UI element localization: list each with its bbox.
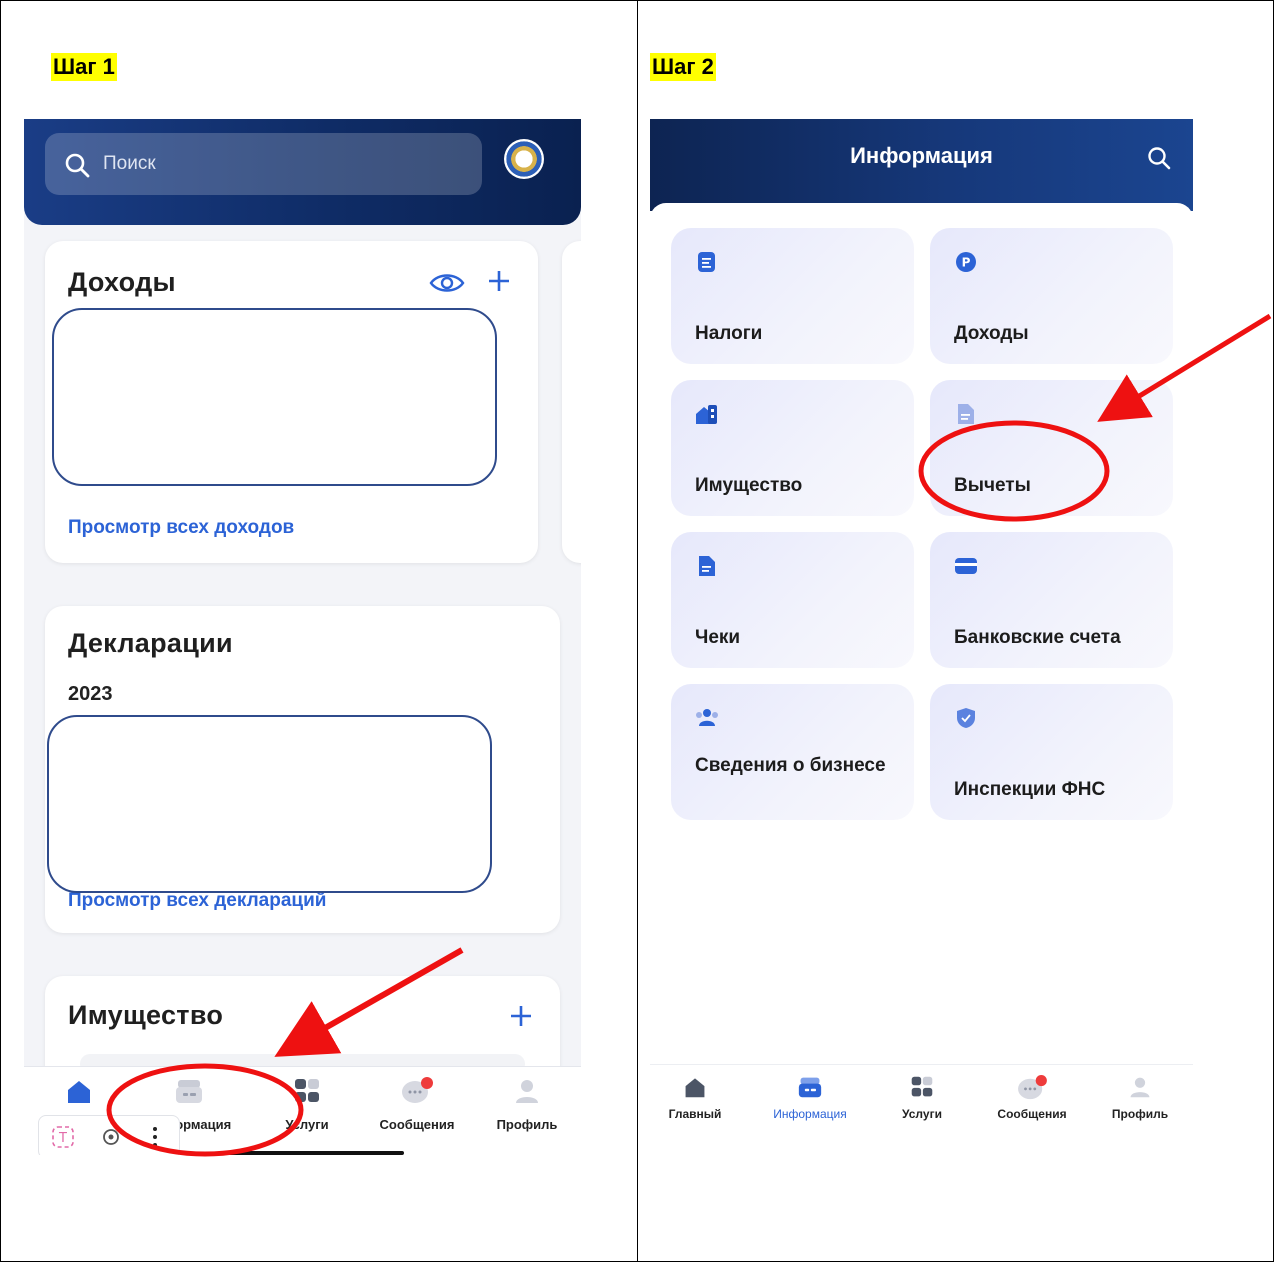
tile-income-label: Доходы — [954, 323, 1029, 344]
search-input[interactable]: Поиск — [45, 133, 482, 195]
search-icon[interactable] — [1146, 145, 1172, 171]
nav-profile[interactable]: Профиль — [1105, 1075, 1175, 1121]
add-income-plus-icon[interactable] — [487, 269, 511, 293]
nav-messages-label: Сообщения — [379, 1117, 455, 1132]
nav-information-label: Информация — [773, 1107, 847, 1121]
nav-information[interactable]: Информация — [760, 1075, 860, 1121]
step-1-label: Шаг 1 — [51, 53, 117, 81]
tile-property[interactable]: Имущество — [671, 380, 914, 516]
phone-screenshot-step2: Информация Налоги P Доходы Имущество Выч… — [650, 119, 1193, 1129]
view-all-income-link[interactable]: Просмотр всех доходов — [68, 517, 294, 539]
tile-receipts[interactable]: Чеки — [671, 532, 914, 668]
overlay-toolbar: T — [38, 1115, 180, 1155]
document-icon — [958, 404, 974, 424]
profile-icon — [516, 1080, 538, 1103]
grid-icon — [295, 1079, 319, 1102]
chat-icon — [402, 1077, 433, 1103]
nav-services-label: Услуги — [285, 1117, 329, 1132]
nav-profile-label: Профиль — [496, 1117, 558, 1132]
declarations-card-title: Декларации — [68, 628, 233, 658]
eye-icon[interactable] — [429, 271, 465, 295]
profile-icon — [1130, 1077, 1150, 1098]
nav-information[interactable]: Информация — [139, 1077, 239, 1132]
tile-deductions-label: Вычеты — [954, 475, 1031, 496]
search-icon — [65, 153, 90, 178]
more-vertical-icon[interactable] — [149, 1125, 161, 1149]
information-header: Информация — [650, 119, 1193, 211]
tile-bank-accounts-label: Банковские счета — [954, 627, 1121, 648]
tile-fns-inspections-label: Инспекции ФНС — [954, 779, 1106, 800]
add-property-plus-icon[interactable] — [509, 1004, 533, 1028]
income-card-title: Доходы — [68, 267, 176, 297]
step-2-label: Шаг 2 — [650, 53, 716, 81]
document-icon — [698, 252, 715, 272]
declarations-year: 2023 — [68, 683, 113, 705]
tile-business-info-label: Сведения о бизнесе — [695, 755, 886, 776]
nav-services-label: Услуги — [902, 1107, 942, 1121]
tile-receipts-label: Чеки — [695, 627, 741, 648]
tile-fns-inspections[interactable]: Инспекции ФНС — [930, 684, 1173, 820]
tile-property-label: Имущество — [695, 475, 803, 496]
svg-text:P: P — [962, 256, 971, 270]
nav-profile-label: Профиль — [1111, 1107, 1169, 1121]
chat-icon — [1018, 1075, 1047, 1100]
tiles-area: Налоги P Доходы Имущество Вычеты Чеки Ба… — [650, 203, 1193, 1129]
info-folder-icon — [798, 1077, 822, 1098]
next-card-peek — [562, 241, 581, 563]
tile-income[interactable]: P Доходы — [930, 228, 1173, 364]
nav-home[interactable]: Главный — [660, 1075, 730, 1121]
tile-taxes[interactable]: Налоги — [671, 228, 914, 364]
home-indicator — [224, 1151, 404, 1155]
nav-home-label: Главный — [668, 1107, 722, 1121]
house-icon — [696, 405, 717, 424]
card-icon — [955, 558, 977, 574]
people-icon — [696, 709, 718, 726]
view-all-declarations-link[interactable]: Просмотр всех деклараций — [68, 890, 326, 912]
bottom-navigation: Информация Услуги Сообщения Профиль T — [24, 1066, 581, 1155]
svg-text:T: T — [58, 1131, 67, 1146]
tile-deductions[interactable]: Вычеты — [930, 380, 1173, 516]
shield-icon — [957, 708, 975, 728]
tile-taxes-label: Налоги — [695, 323, 763, 344]
home-icon — [685, 1078, 705, 1098]
grid-icon — [911, 1076, 933, 1097]
home-icon — [68, 1081, 90, 1103]
nav-messages-label: Сообщения — [997, 1107, 1067, 1121]
nav-messages[interactable]: Сообщения — [367, 1077, 467, 1132]
declarations-hidden-area — [47, 715, 492, 893]
bottom-navigation: Главный Информация Услуги Сообщения Проф… — [650, 1064, 1193, 1129]
app-header: Поиск — [24, 119, 581, 225]
nav-services[interactable]: Услуги — [887, 1075, 957, 1121]
tile-business-info[interactable]: Сведения о бизнесе — [671, 684, 914, 820]
income-hidden-area — [52, 308, 497, 486]
ruble-coin-icon: P — [956, 252, 976, 272]
property-card-title: Имущество — [68, 1000, 224, 1030]
tile-bank-accounts[interactable]: Банковские счета — [930, 532, 1173, 668]
nav-services[interactable]: Услуги — [272, 1077, 342, 1132]
nav-messages[interactable]: Сообщения — [982, 1075, 1082, 1121]
page-title: Информация — [850, 143, 993, 168]
fns-emblem-icon[interactable] — [504, 139, 544, 179]
column-divider — [637, 1, 638, 1261]
text-scan-icon[interactable]: T — [51, 1125, 75, 1149]
nav-profile[interactable]: Профиль — [492, 1077, 562, 1132]
nav-home[interactable] — [44, 1077, 114, 1108]
receipt-icon — [699, 556, 715, 576]
search-placeholder: Поиск — [103, 153, 156, 174]
phone-screenshot-step1: Поиск Доходы Просмотр всех доходов Декла… — [24, 119, 581, 1155]
lens-icon[interactable] — [99, 1125, 123, 1149]
info-folder-icon — [176, 1080, 202, 1103]
